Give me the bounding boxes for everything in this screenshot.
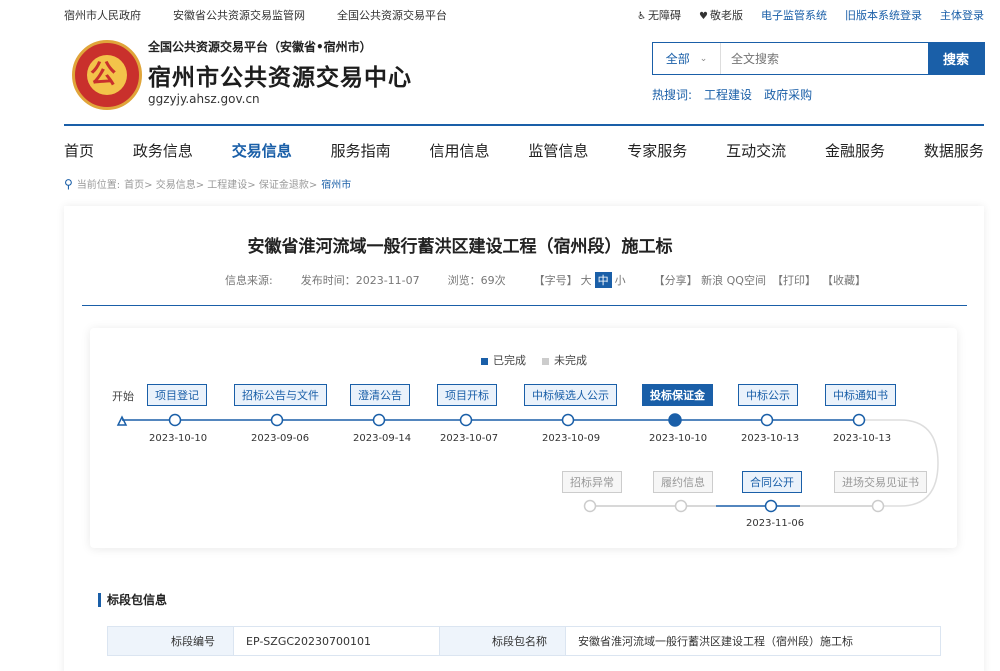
node-candidate-publicity	[561, 413, 575, 427]
date-tender-notice: 2023-09-06	[251, 433, 310, 444]
table-label-package-name: 标段包名称	[440, 627, 566, 655]
stage-contract-public[interactable]: 合同公开	[742, 471, 802, 493]
package-info-table: 标段编号 EP-SZGC20230700101 标段包名称 安徽省淮河流域一般行…	[107, 626, 941, 656]
node-witness-certificate	[871, 499, 885, 513]
date-registration: 2023-10-10	[149, 433, 208, 444]
section-title: 标段包信息	[98, 591, 167, 608]
date-winning-publicity: 2023-10-13	[741, 433, 800, 444]
section-title-bar	[98, 592, 101, 607]
stage-witness-certificate[interactable]: 进场交易见证书	[834, 471, 927, 493]
start-marker	[116, 415, 128, 426]
stage-winning-publicity[interactable]: 中标公示	[738, 384, 798, 406]
stage-bid-opening[interactable]: 项目开标	[437, 384, 497, 406]
stage-registration[interactable]: 项目登记	[147, 384, 207, 406]
node-clarification	[372, 413, 386, 427]
timeline-start-label: 开始	[112, 390, 134, 403]
stage-candidate-publicity[interactable]: 中标候选人公示	[524, 384, 617, 406]
date-bid-opening: 2023-10-07	[440, 433, 499, 444]
date-contract-public: 2023-11-06	[746, 518, 805, 529]
stage-performance-info[interactable]: 履约信息	[653, 471, 713, 493]
section-title-text: 标段包信息	[107, 593, 168, 607]
stage-winning-notice[interactable]: 中标通知书	[825, 384, 896, 406]
node-winning-publicity	[760, 413, 774, 427]
table-value-package-no: EP-SZGC20230700101	[234, 627, 440, 655]
date-bid-deposit: 2023-10-10	[649, 433, 708, 444]
node-contract-public	[764, 499, 778, 513]
node-bid-opening	[459, 413, 473, 427]
stage-tender-notice[interactable]: 招标公告与文件	[234, 384, 327, 406]
date-candidate-publicity: 2023-10-09	[542, 433, 601, 444]
node-tender-notice	[270, 413, 284, 427]
timeline-track	[116, 413, 939, 513]
node-performance-info	[674, 499, 688, 513]
node-winning-notice	[852, 413, 866, 427]
stage-clarification[interactable]: 澄清公告	[350, 384, 410, 406]
table-value-package-name: 安徽省淮河流域一般行蓄洪区建设工程（宿州段）施工标	[578, 635, 853, 648]
node-registration	[168, 413, 182, 427]
date-clarification: 2023-09-14	[353, 433, 412, 444]
stage-bid-deposit[interactable]: 投标保证金	[642, 384, 713, 406]
table-label-package-no: 标段编号	[108, 627, 234, 655]
node-bid-deposit	[668, 413, 682, 427]
stage-tender-exception[interactable]: 招标异常	[562, 471, 622, 493]
date-winning-notice: 2023-10-13	[833, 433, 892, 444]
node-tender-exception	[583, 499, 597, 513]
